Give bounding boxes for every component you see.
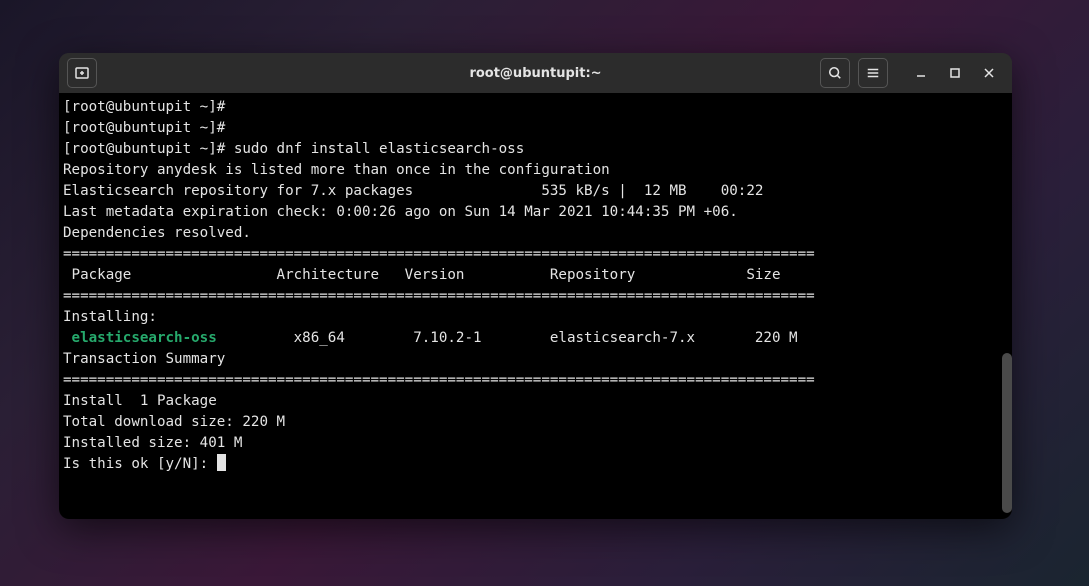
terminal-line: Package Architecture Version Repository … [63, 265, 1008, 286]
prompt: [root@ubuntupit ~]# [63, 141, 234, 157]
confirm-prompt: Is this ok [y/N]: [63, 456, 217, 472]
terminal-line: Total download size: 220 M [63, 412, 1008, 433]
terminal-line: ========================================… [63, 244, 1008, 265]
terminal-window: root@ubuntupit:~ [59, 53, 1012, 519]
new-tab-icon [74, 65, 90, 81]
package-details: x86_64 7.10.2-1 elasticsearch-7.x 220 M [217, 330, 798, 346]
maximize-icon [950, 68, 960, 78]
command-text: sudo dnf install elasticsearch-oss [234, 141, 524, 157]
close-button[interactable] [974, 58, 1004, 88]
terminal-body[interactable]: [root@ubuntupit ~]# [root@ubuntupit ~]# … [59, 93, 1012, 519]
terminal-line: Transaction Summary [63, 349, 1008, 370]
menu-button[interactable] [858, 58, 888, 88]
minimize-button[interactable] [906, 58, 936, 88]
terminal-line: Installed size: 401 M [63, 433, 1008, 454]
search-icon [828, 66, 842, 80]
terminal-line: Is this ok [y/N]: [63, 454, 1008, 475]
window-title: root@ubuntupit:~ [469, 66, 601, 81]
minimize-icon [916, 68, 926, 78]
new-tab-button[interactable] [67, 58, 97, 88]
terminal-line: ========================================… [63, 286, 1008, 307]
terminal-line: [root@ubuntupit ~]# sudo dnf install ela… [63, 139, 1008, 160]
terminal-line: ========================================… [63, 370, 1008, 391]
terminal-line: Last metadata expiration check: 0:00:26 … [63, 202, 1008, 223]
terminal-line: elasticsearch-oss x86_64 7.10.2-1 elasti… [63, 328, 1008, 349]
titlebar: root@ubuntupit:~ [59, 53, 1012, 93]
terminal-line: Elasticsearch repository for 7.x package… [63, 181, 1008, 202]
maximize-button[interactable] [940, 58, 970, 88]
terminal-line: [root@ubuntupit ~]# [63, 97, 1008, 118]
terminal-line: Installing: [63, 307, 1008, 328]
scrollbar-thumb[interactable] [1002, 353, 1012, 513]
cursor [217, 454, 226, 471]
terminal-line: Dependencies resolved. [63, 223, 1008, 244]
terminal-line: Install 1 Package [63, 391, 1008, 412]
search-button[interactable] [820, 58, 850, 88]
close-icon [984, 68, 994, 78]
terminal-line: Repository anydesk is listed more than o… [63, 160, 1008, 181]
package-name: elasticsearch-oss [72, 330, 217, 346]
hamburger-icon [866, 66, 880, 80]
terminal-line: [root@ubuntupit ~]# [63, 118, 1008, 139]
